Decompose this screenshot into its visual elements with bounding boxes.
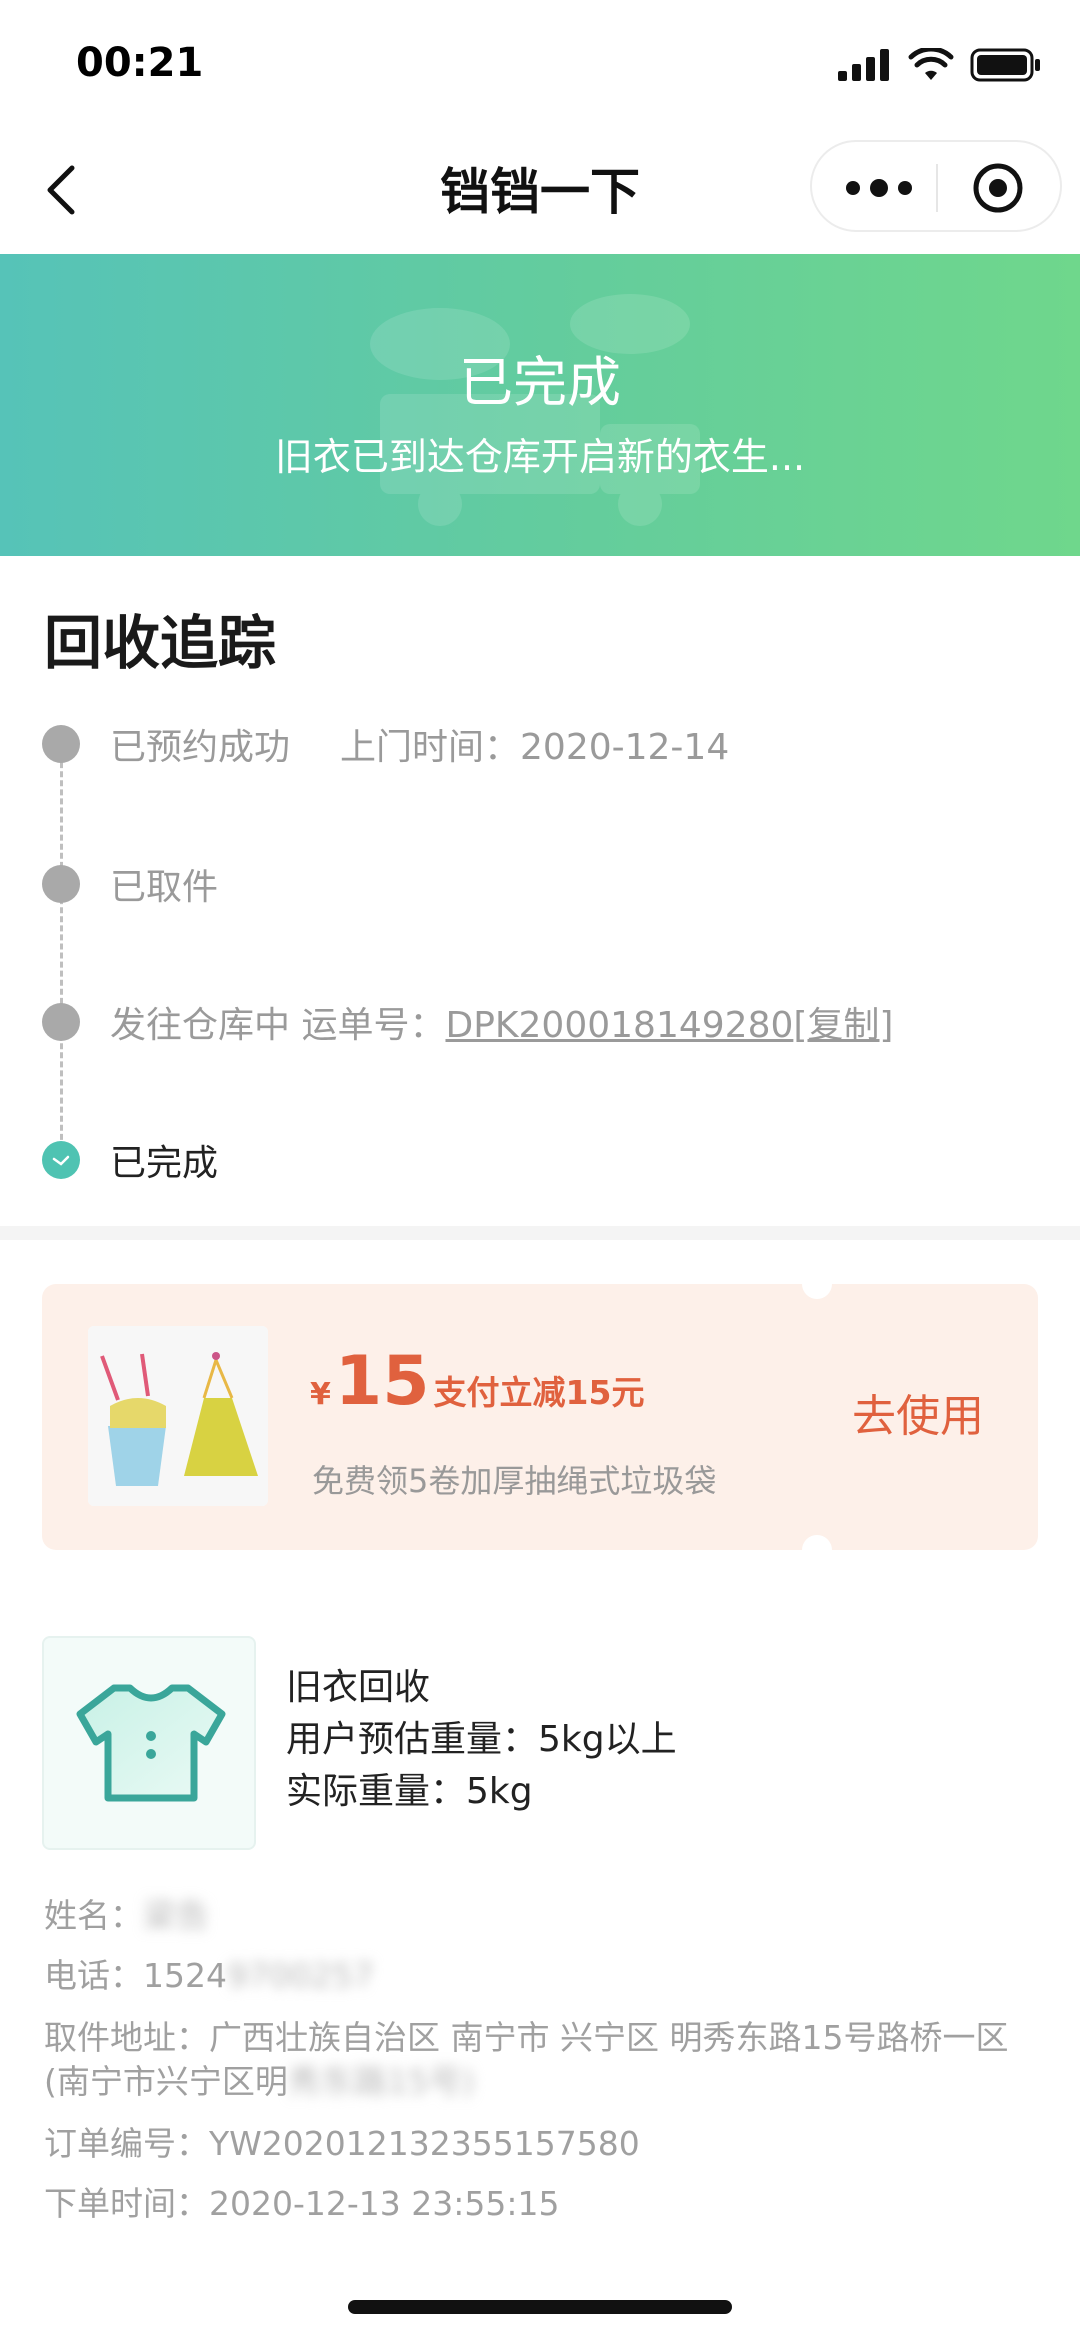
time-value: 2020-12-13 23:55:15	[209, 2184, 560, 2223]
tracking-title: 回收追踪	[44, 609, 277, 677]
coupon-value: 15	[334, 1342, 430, 1421]
trash-bag-image	[88, 1326, 268, 1506]
name-label: 姓名：	[44, 1896, 143, 1935]
order-number-row: 订单编号：YW202012132355157580	[44, 2114, 1044, 2174]
capsule-divider	[936, 164, 938, 212]
time-label: 下单时间：	[44, 2184, 209, 2223]
actual-weight: 实际重量：5kg	[286, 1771, 533, 1812]
phone-hidden: 9700257	[226, 1956, 374, 1995]
order-label: 订单编号：	[44, 2124, 209, 2163]
coupon-card[interactable]: ¥ 15 支付立减15元 免费领5卷加厚抽绳式垃圾袋 去使用	[42, 1269, 1038, 1565]
step-label: 已完成	[110, 1143, 219, 1184]
name-row: 姓名：梁告	[44, 1886, 1044, 1946]
address-hidden: 秀东路15号)	[287, 2062, 475, 2101]
address-label: 取件地址：	[44, 2018, 209, 2057]
section-divider	[0, 1226, 1080, 1240]
home-indicator[interactable]	[348, 2300, 732, 2314]
signal-icon	[838, 49, 889, 81]
coupon-amount: ¥ 15 支付立减15元	[310, 1342, 644, 1421]
step-label: 发往仓库中	[110, 1005, 291, 1046]
phone-value: 1524	[143, 1956, 227, 1995]
coupon-description: 支付立减15元	[433, 1373, 645, 1412]
nav-bar: 铛铛一下	[0, 130, 1080, 254]
clothes-icon	[42, 1636, 256, 1850]
status-banner: 已完成 旧衣已到达仓库开启新的衣生...	[0, 254, 1080, 556]
name-value: 梁告	[143, 1896, 209, 1935]
status-bar: 00:21	[0, 0, 1080, 130]
coupon-subtitle: 免费领5卷加厚抽绳式垃圾袋	[312, 1462, 717, 1500]
use-coupon-button[interactable]: 去使用	[852, 1380, 984, 1444]
check-icon	[42, 1141, 80, 1179]
banner-title: 已完成	[459, 351, 621, 414]
waybill-number[interactable]: DPK200018149280	[445, 1005, 793, 1046]
close-miniprogram-icon[interactable]	[972, 162, 1024, 214]
order-info: 姓名：梁告 电话：15249700257 取件地址：广西壮族自治区 南宁市 兴宁…	[44, 1886, 1044, 2234]
timeline-step: 已完成	[42, 1140, 218, 1184]
miniprogram-capsule	[810, 140, 1062, 232]
battery-icon	[970, 48, 1040, 82]
order-time-row: 下单时间：2020-12-13 23:55:15	[44, 2174, 1044, 2234]
product-info: 旧衣回收 用户预估重量：5kg以上 实际重量：5kg	[286, 1662, 677, 1818]
banner-subtitle: 旧衣已到达仓库开启新的衣生...	[274, 435, 806, 479]
timeline-dot	[42, 865, 80, 903]
timeline-dot	[42, 1003, 80, 1041]
timeline-step-text: 已预约成功 上门时间：2020-12-14	[110, 718, 729, 770]
timeline-line	[60, 744, 63, 1158]
copy-waybill-button[interactable]: [复制]	[793, 1005, 893, 1046]
phone-label: 电话：	[44, 1956, 143, 1995]
estimated-weight: 用户预估重量：5kg以上	[286, 1719, 677, 1760]
step-label: 已预约成功	[110, 727, 291, 768]
waybill-label: 运单号：	[301, 1005, 446, 1046]
status-icons	[838, 48, 1042, 82]
coupon-notch	[802, 1535, 832, 1565]
wifi-icon	[908, 48, 954, 80]
address-row: 取件地址：广西壮族自治区 南宁市 兴宁区 明秀东路15号路桥一区(南宁市兴宁区明…	[44, 2016, 1044, 2104]
status-time: 00:21	[76, 40, 204, 86]
visit-time: 上门时间：2020-12-14	[340, 727, 730, 768]
timeline-step: 已取件	[42, 864, 218, 908]
product-name: 旧衣回收	[286, 1667, 431, 1708]
step-label: 已取件	[110, 867, 219, 908]
timeline-step: 已预约成功 上门时间：2020-12-14	[42, 724, 729, 768]
timeline-step-text: 发往仓库中 运单号：DPK200018149280[复制]	[110, 996, 893, 1048]
more-icon[interactable]	[846, 170, 912, 206]
coupon-currency: ¥	[310, 1377, 331, 1412]
coupon-notch	[802, 1269, 832, 1299]
timeline-step: 发往仓库中 运单号：DPK200018149280[复制]	[42, 1002, 893, 1046]
timeline-dot	[42, 725, 80, 763]
phone-row: 电话：15249700257	[44, 1946, 1044, 2006]
order-value: YW202012132355157580	[209, 2124, 640, 2163]
